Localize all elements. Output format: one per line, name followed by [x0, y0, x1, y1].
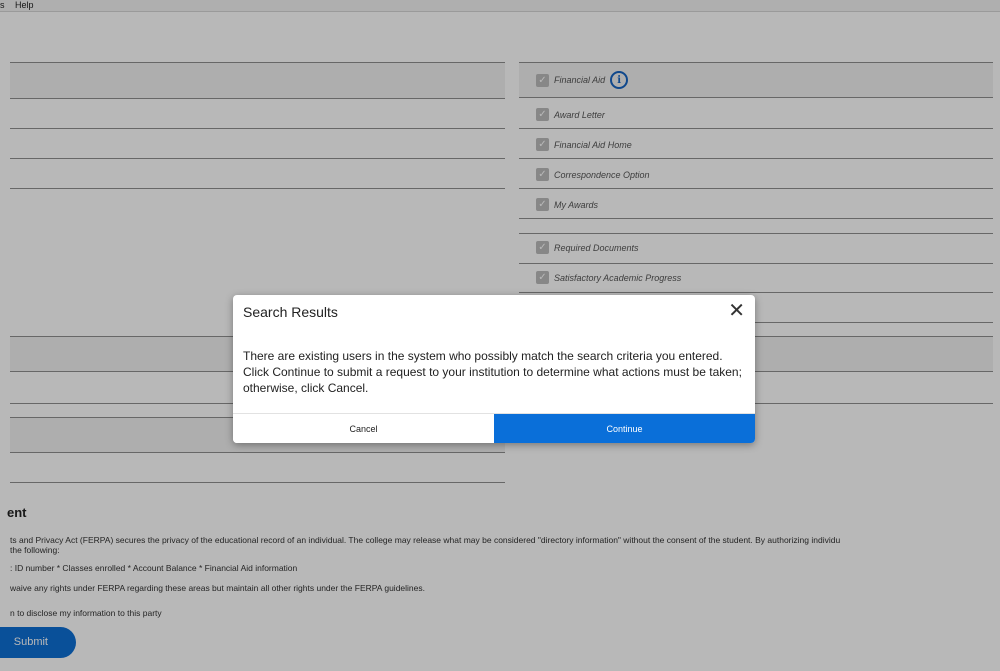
dialog-message: There are existing users in the system w… [243, 349, 742, 395]
dialog-actions: Cancel Continue [233, 413, 755, 443]
close-icon[interactable]: ✕ [728, 301, 745, 321]
continue-button[interactable]: Continue [494, 414, 755, 443]
dialog-title: Search Results [243, 304, 338, 320]
search-results-dialog: Search Results ✕ There are existing user… [233, 295, 755, 443]
cancel-button[interactable]: Cancel [233, 414, 494, 443]
